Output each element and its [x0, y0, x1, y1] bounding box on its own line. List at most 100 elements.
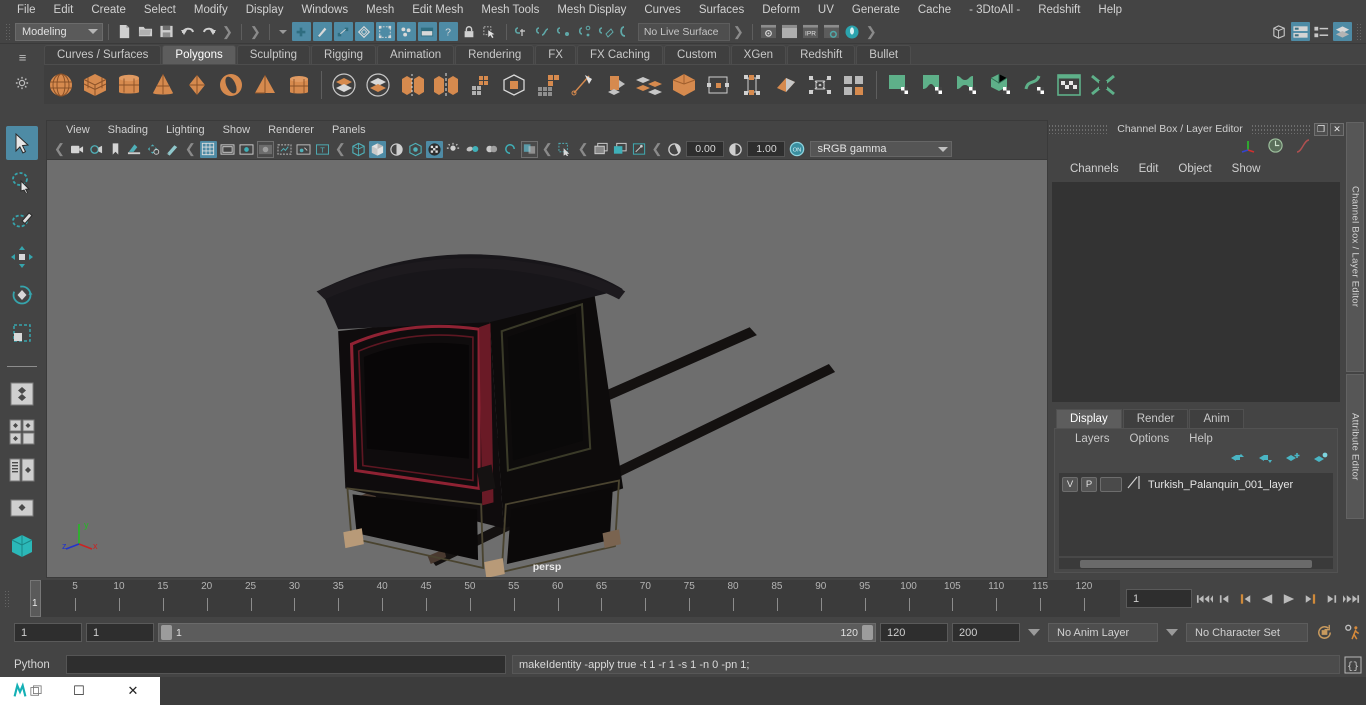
menu-curves[interactable]: Curves — [635, 0, 689, 20]
persp-graph-layout[interactable] — [6, 529, 38, 563]
step-forward-frame-icon[interactable] — [1300, 589, 1318, 609]
live-surface-field[interactable]: No Live Surface — [637, 22, 730, 41]
select-by-object-icon[interactable] — [312, 22, 332, 41]
range-end-field[interactable]: 120 — [880, 623, 948, 642]
character-set-dropdown-icon[interactable] — [1166, 629, 1178, 636]
render-region-icon[interactable] — [780, 22, 799, 41]
anim-layer-dropdown-icon[interactable] — [1028, 629, 1040, 636]
time-slider-track[interactable]: 1 5 10 15 20 25 30 35 40 45 50 55 60 65 70 75 80 85 90 95 1… — [30, 580, 1120, 617]
move-tool[interactable] — [6, 240, 38, 274]
panel-grip-right[interactable] — [1250, 124, 1312, 134]
layer-row[interactable]: V P Turkish_Palanquin_001_layer — [1062, 475, 1330, 493]
auto-keyframe-icon[interactable] — [1312, 623, 1336, 642]
command-output-field[interactable]: makeIdentity -apply true -t 1 -r 1 -s 1 … — [512, 655, 1340, 674]
channel-menu-channels[interactable]: Channels — [1060, 163, 1129, 175]
shelf-tab-fx[interactable]: FX — [535, 45, 576, 64]
layer-color-swatch[interactable] — [1100, 477, 1122, 492]
step-back-frame-icon[interactable] — [1237, 589, 1255, 609]
toggle-xray-icon[interactable] — [295, 141, 312, 158]
multi-cut-icon[interactable] — [566, 68, 598, 102]
lock-icon[interactable] — [460, 22, 479, 41]
move-layer-up-icon[interactable] — [1229, 451, 1245, 469]
extrude-icon[interactable] — [498, 68, 530, 102]
append-polygon-icon[interactable] — [804, 68, 836, 102]
menu-mesh-tools[interactable]: Mesh Tools — [472, 0, 548, 20]
layer-playback-toggle[interactable]: P — [1081, 477, 1097, 492]
layer-menu-options[interactable]: Options — [1120, 433, 1180, 445]
menu-create[interactable]: Create — [82, 0, 135, 20]
selection-mask-icon[interactable] — [481, 22, 500, 41]
2d-pan-zoom-icon[interactable] — [145, 141, 162, 158]
menu-mesh-display[interactable]: Mesh Display — [548, 0, 635, 20]
uv-editor-icon[interactable] — [838, 68, 870, 102]
script-editor-icon[interactable]: {} — [1344, 656, 1362, 674]
poly-torus-icon[interactable] — [215, 68, 247, 102]
make-live-icon[interactable] — [618, 22, 637, 41]
time-slider-grip[interactable] — [4, 589, 11, 608]
toggle-layer-editor-icon[interactable] — [1333, 22, 1352, 41]
animation-preferences-icon[interactable] — [1340, 623, 1366, 642]
range-slider-right-handle[interactable] — [862, 625, 873, 640]
render-settings-icon[interactable] — [822, 22, 841, 41]
toggle-exposure-icon[interactable] — [276, 141, 293, 158]
connect-icon[interactable] — [770, 68, 802, 102]
viewport-menu-view[interactable]: View — [57, 124, 99, 136]
target-weld-icon[interactable] — [668, 68, 700, 102]
isolate-select-icon[interactable] — [557, 141, 574, 158]
four-view-layout[interactable] — [6, 415, 38, 449]
select-tool[interactable] — [6, 126, 38, 160]
shelf-tab-custom[interactable]: Custom — [664, 45, 730, 64]
layer-list[interactable]: V P Turkish_Palanquin_001_layer — [1059, 473, 1333, 556]
poly-sphere-icon[interactable] — [45, 68, 77, 102]
animation-end-field[interactable]: 200 — [952, 623, 1020, 642]
select-camera-icon[interactable] — [69, 141, 86, 158]
smooth-icon[interactable] — [600, 68, 632, 102]
uv-snapshot-icon[interactable] — [1019, 68, 1051, 102]
poly-cube-icon[interactable] — [79, 68, 111, 102]
current-time-indicator[interactable]: 1 — [30, 580, 41, 617]
smooth-shade-all-icon[interactable] — [368, 140, 386, 158]
undo-icon[interactable] — [178, 22, 197, 41]
subdiv-proxy-icon[interactable] — [634, 68, 666, 102]
auto-uv-icon[interactable] — [883, 68, 915, 102]
command-input[interactable] — [66, 655, 506, 674]
menu-file[interactable]: File — [8, 0, 45, 20]
menu-surfaces[interactable]: Surfaces — [690, 0, 753, 20]
select-filmstrip-icon[interactable] — [417, 22, 437, 41]
curve-display-icon[interactable] — [1294, 138, 1312, 159]
current-frame-field[interactable]: 1 — [1126, 589, 1192, 608]
anti-alias-icon[interactable] — [502, 141, 519, 158]
use-default-light-icon[interactable] — [445, 141, 462, 158]
uv-cut-sew-icon[interactable] — [1087, 68, 1119, 102]
sidetab-channel-box[interactable]: Channel Box / Layer Editor — [1346, 122, 1364, 372]
shelf-tab-polygons[interactable]: Polygons — [162, 45, 236, 64]
viewport-canvas[interactable]: y x z persp — [47, 160, 1047, 577]
menu-mesh[interactable]: Mesh — [357, 0, 403, 20]
anim-layer-selector[interactable]: No Anim Layer — [1048, 623, 1158, 642]
toggle-film-gate-icon[interactable] — [219, 141, 236, 158]
paint-select-tool[interactable] — [6, 202, 38, 236]
camera-attributes-icon[interactable] — [88, 141, 105, 158]
snap-point-icon[interactable] — [555, 22, 574, 41]
close-button[interactable]: ✕ — [106, 683, 160, 699]
snap-curve-icon[interactable] — [534, 22, 553, 41]
menu-windows[interactable]: Windows — [292, 0, 357, 20]
shelf-tab-curves-surfaces[interactable]: Curves / Surfaces — [44, 45, 162, 64]
menu-set-selector[interactable]: Modeling — [15, 22, 103, 41]
layer-menu-layers[interactable]: Layers — [1065, 433, 1120, 445]
boolean-union-icon[interactable] — [328, 68, 360, 102]
viewport-menu-panels[interactable]: Panels — [323, 124, 375, 136]
shelf-tab-rendering[interactable]: Rendering — [455, 45, 535, 64]
menu-select[interactable]: Select — [135, 0, 185, 20]
snap-surface-icon[interactable] — [597, 22, 616, 41]
rotate-tool[interactable] — [6, 278, 38, 312]
ambient-occlusion-icon[interactable] — [483, 141, 500, 158]
new-layer-from-selected-icon[interactable] — [1313, 451, 1329, 469]
select-mesh-vertex-icon[interactable] — [375, 22, 395, 41]
scale-tool[interactable] — [6, 316, 38, 350]
shaded-wireframe-icon[interactable] — [388, 141, 405, 158]
layer-visibility-toggle[interactable]: V — [1062, 477, 1078, 492]
save-scene-icon[interactable] — [157, 22, 176, 41]
poly-octahedron-icon[interactable] — [181, 68, 213, 102]
display-textures-icon[interactable] — [425, 140, 443, 158]
